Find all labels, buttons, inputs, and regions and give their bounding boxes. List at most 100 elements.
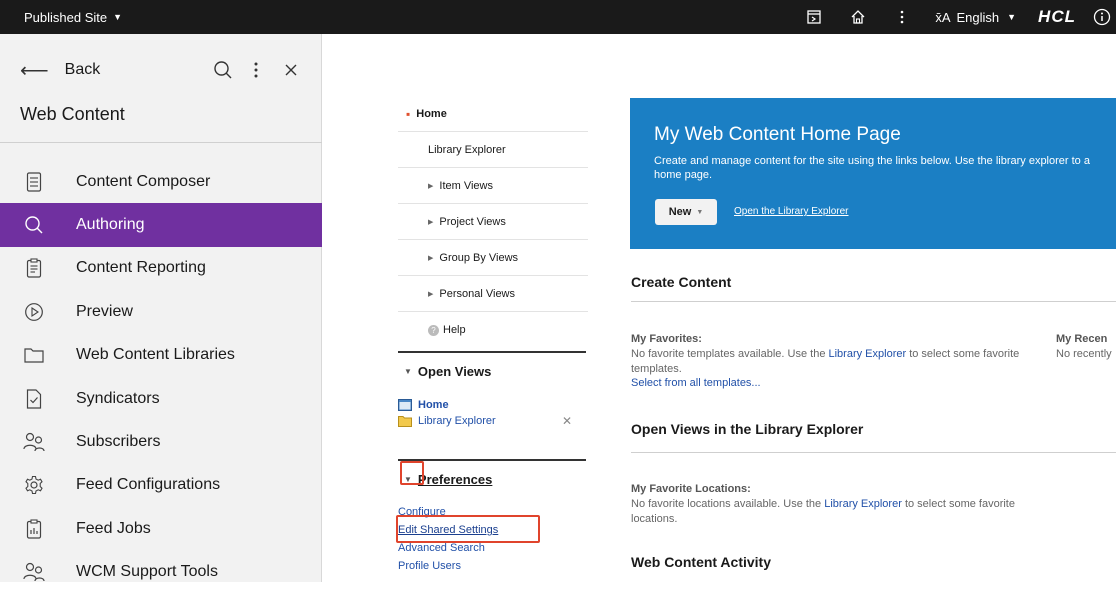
create-content-heading: Create Content	[631, 274, 732, 290]
open-view-label: Home	[418, 399, 449, 411]
sidebar-item-content-composer[interactable]: Content Composer	[0, 160, 322, 203]
help-label: Help	[443, 324, 466, 336]
chevron-down-icon: ▼	[404, 366, 412, 376]
text-segment: to select some favorite	[904, 498, 1015, 510]
open-view-home[interactable]: Home	[398, 397, 586, 413]
sidebar-item-label: Authoring	[76, 216, 145, 234]
portlet-navigation: ▪ Home Library Explorer ▶ Item Views ▶ P…	[398, 96, 588, 348]
chevron-right-icon: ▶	[428, 290, 434, 298]
nav-link-home[interactable]: ▪ Home	[398, 96, 588, 132]
sidebar-item-web-content-libraries[interactable]: Web Content Libraries	[0, 334, 322, 377]
more-vertical-icon[interactable]	[887, 0, 917, 34]
web-content-activity-heading: Web Content Activity	[631, 554, 772, 570]
top-bar-actions: x̄A English ▼ HCL	[799, 0, 1116, 34]
locations-empty-text-cont: locations.	[631, 513, 678, 525]
nav-link-label: Home	[416, 107, 447, 120]
sidebar-item-label: Feed Configurations	[76, 476, 221, 494]
locations-empty-text: No favorite locations available. Use the…	[631, 497, 1091, 512]
sidebar-item-label: Web Content Libraries	[76, 346, 235, 364]
back-button[interactable]: ⟵ Back	[20, 50, 100, 90]
info-icon[interactable]	[1092, 0, 1112, 34]
profile-users-link[interactable]: Profile Users	[398, 559, 586, 573]
search-icon	[22, 213, 46, 237]
top-bar: Published Site ▼ x̄A English ▼ HCL	[0, 0, 1116, 34]
nav-link-label: Item Views	[439, 179, 493, 192]
more-vertical-icon[interactable]	[241, 54, 271, 86]
nav-link-group-by-views[interactable]: ▶ Group By Views	[398, 240, 588, 276]
favorites-empty-text-cont: templates.	[631, 363, 682, 375]
site-selector-label: Published Site	[24, 9, 108, 25]
document-list-icon	[22, 170, 46, 194]
open-library-explorer-link[interactable]: Open the Library Explorer	[734, 206, 849, 217]
favorite-locations-label: My Favorite Locations:	[631, 483, 751, 495]
open-views-section: ▼ Open Views Home Library Explorer ✕	[398, 351, 586, 429]
section-title: Preferences	[417, 471, 493, 487]
library-explorer-link[interactable]: Library Explorer	[824, 498, 902, 510]
open-view-library-explorer[interactable]: Library Explorer ✕	[398, 413, 586, 429]
text-segment: No favorite templates available. Use the	[631, 348, 826, 360]
sidebar-item-feed-configurations[interactable]: Feed Configurations	[0, 464, 322, 507]
sidebar-item-label: Feed Jobs	[76, 519, 151, 537]
language-selector[interactable]: x̄A English ▼	[935, 10, 1016, 25]
side-nav-list: Content Composer Authoring Content Repor…	[0, 160, 322, 594]
sidebar-item-preview[interactable]: Preview	[0, 290, 322, 333]
sidebar-item-wcm-support-tools[interactable]: WCM Support Tools	[0, 551, 322, 594]
open-view-label: Library Explorer	[418, 415, 496, 427]
close-icon[interactable]: ✕	[562, 414, 572, 428]
translate-icon: x̄A	[935, 9, 951, 25]
clipboard-icon	[22, 256, 46, 280]
side-nav-header: ⟵ Back	[0, 50, 322, 90]
gear-icon	[22, 473, 46, 497]
sidebar-item-subscribers[interactable]: Subscribers	[0, 420, 322, 463]
close-icon[interactable]	[276, 54, 306, 86]
favorites-empty-text: No favorite templates available. Use the…	[631, 347, 1056, 362]
folder-icon	[22, 343, 46, 367]
search-icon[interactable]	[208, 54, 238, 86]
open-views-header[interactable]: ▼ Open Views	[398, 357, 586, 385]
nav-link-project-views[interactable]: ▶ Project Views	[398, 204, 588, 240]
sidebar-item-label: Content Composer	[76, 172, 211, 190]
section-title: Open Views	[417, 363, 492, 379]
language-label: English	[956, 9, 1000, 25]
highlight-box	[396, 515, 540, 543]
divider	[398, 459, 586, 461]
chevron-right-icon: ▶	[428, 182, 434, 190]
new-button-label: New	[668, 206, 692, 218]
play-circle-icon	[22, 300, 46, 324]
window-icon	[398, 399, 412, 411]
chevron-right-icon: ▶	[428, 254, 434, 262]
panel-toggle-icon[interactable]	[799, 0, 829, 34]
nav-link-label: Personal Views	[439, 287, 516, 300]
home-banner: My Web Content Home Page Create and mana…	[630, 98, 1116, 249]
help-link[interactable]: ? Help	[398, 312, 588, 348]
side-navigation: ⟵ Back Web Content Content Composer Auth…	[0, 34, 322, 582]
nav-link-library-explorer[interactable]: Library Explorer	[398, 132, 588, 168]
sidebar-item-authoring[interactable]: Authoring	[0, 203, 322, 247]
select-all-templates-link[interactable]: Select from all templates...	[631, 377, 761, 389]
library-explorer-link[interactable]: Library Explorer	[829, 348, 907, 360]
sidebar-item-label: Content Reporting	[76, 259, 206, 277]
open-views-heading: Open Views in the Library Explorer	[631, 421, 864, 437]
sidebar-item-label: WCM Support Tools	[76, 563, 218, 581]
help-icon: ?	[428, 324, 439, 336]
sidebar-item-content-reporting[interactable]: Content Reporting	[0, 247, 322, 290]
advanced-search-link[interactable]: Advanced Search	[398, 541, 586, 555]
sidebar-item-syndicators[interactable]: Syndicators	[0, 377, 322, 420]
back-label: Back	[64, 61, 101, 78]
banner-title: My Web Content Home Page	[654, 124, 901, 145]
new-button[interactable]: New ▼	[655, 199, 717, 225]
preferences-header[interactable]: ▼ Preferences	[398, 465, 586, 493]
sidebar-item-label: Syndicators	[76, 389, 160, 407]
site-selector[interactable]: Published Site ▼	[24, 0, 122, 34]
arrow-left-icon: ⟵	[20, 59, 49, 82]
nav-link-personal-views[interactable]: ▶ Personal Views	[398, 276, 588, 312]
text-segment: to select some favorite	[909, 348, 1020, 360]
folder-icon	[398, 416, 412, 427]
nav-link-item-views[interactable]: ▶ Item Views	[398, 168, 588, 204]
home-icon[interactable]	[843, 0, 873, 34]
divider	[631, 452, 1116, 453]
banner-description: Create and manage content for the site u…	[654, 155, 1090, 167]
sidebar-item-feed-jobs[interactable]: Feed Jobs	[0, 507, 322, 550]
banner-description-cont: home page.	[654, 169, 713, 181]
side-nav-title: Web Content	[20, 104, 125, 124]
